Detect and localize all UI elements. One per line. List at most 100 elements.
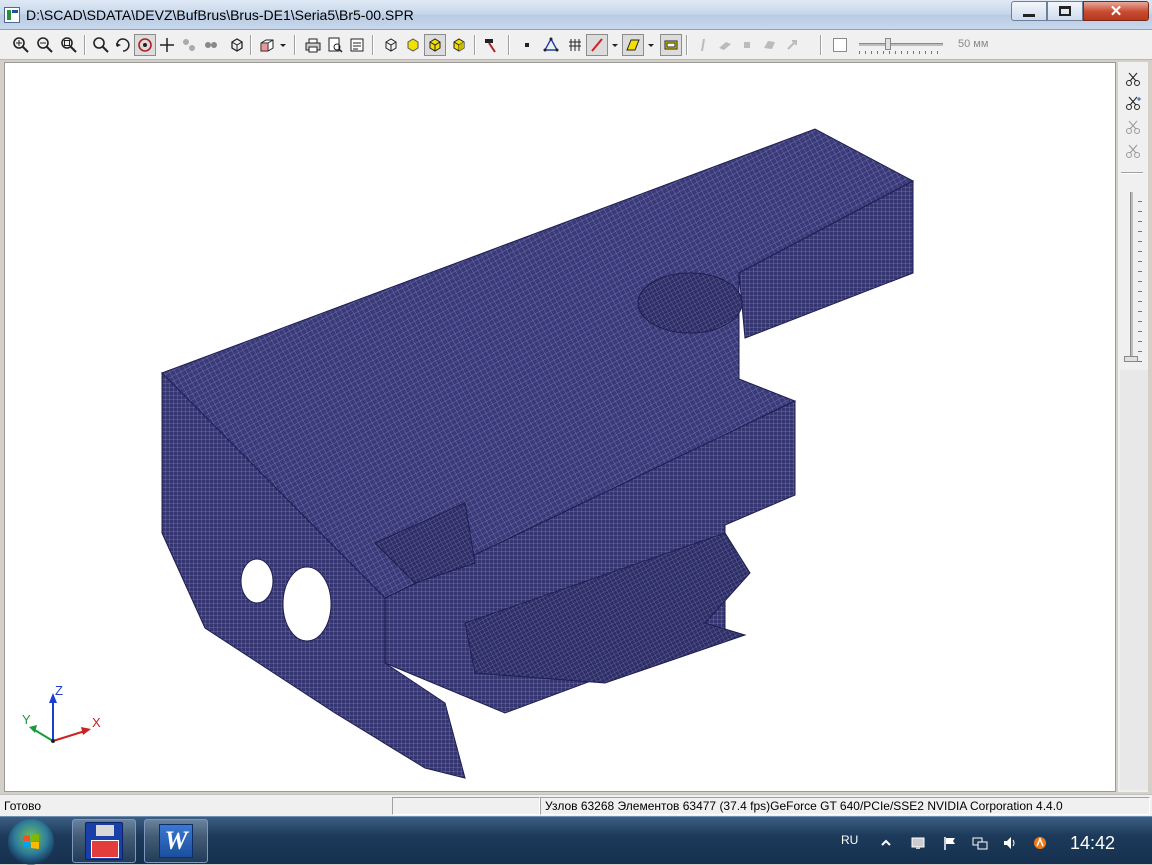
- clock[interactable]: 14:42: [1070, 833, 1115, 854]
- disabled-tool-3-button[interactable]: [736, 34, 758, 56]
- word-icon: W: [159, 824, 193, 858]
- element-triangle-button[interactable]: [540, 34, 562, 56]
- solid-cube-icon: [453, 38, 465, 52]
- rotate-icon: [116, 38, 130, 52]
- hammer-button[interactable]: [480, 34, 502, 56]
- main-toolbar: 50 мм: [0, 30, 1152, 60]
- fill-color-button[interactable]: [622, 34, 644, 56]
- status-panel: [392, 797, 540, 815]
- export-button[interactable]: [346, 34, 368, 56]
- vertical-slider-ticks: [1138, 192, 1142, 362]
- start-button[interactable]: [8, 819, 54, 865]
- tray-chevron[interactable]: [878, 835, 894, 851]
- cut-button[interactable]: [1122, 68, 1144, 90]
- zoom-out-icon: [37, 37, 53, 53]
- scissors-plus-icon: [1126, 96, 1141, 110]
- frame-button[interactable]: [660, 34, 682, 56]
- app-icon[interactable]: [4, 7, 20, 23]
- tray-volume[interactable]: [1002, 835, 1018, 851]
- zoom-window-icon: [93, 37, 109, 53]
- cube-button[interactable]: [226, 34, 248, 56]
- print-preview-button[interactable]: [324, 34, 346, 56]
- copy-icon: [205, 42, 217, 48]
- tray-action-center[interactable]: [942, 835, 958, 851]
- node-button[interactable]: [516, 34, 538, 56]
- disabled-tool-4-button[interactable]: [758, 34, 780, 56]
- square-icon: [744, 42, 750, 48]
- language-indicator[interactable]: RU: [841, 833, 858, 847]
- show-desktop-icon: [911, 837, 925, 849]
- pan-button[interactable]: [156, 34, 178, 56]
- move-button[interactable]: [178, 34, 200, 56]
- box-dropdown-button[interactable]: [256, 34, 290, 56]
- zoom-in-icon: [13, 37, 29, 53]
- disabled-tool-1-button[interactable]: [692, 34, 714, 56]
- avast-icon: [1034, 837, 1046, 849]
- vertical-slider[interactable]: [1124, 192, 1142, 362]
- box-dropdown-icon: [260, 39, 286, 52]
- taskbar-app-word[interactable]: W: [144, 819, 208, 863]
- zoom-out-button[interactable]: [34, 34, 56, 56]
- chevron-down-icon: [648, 44, 654, 47]
- tray-network[interactable]: [972, 835, 988, 851]
- mesh-hole-large: [282, 566, 332, 642]
- disabled-tool-5-button[interactable]: [782, 34, 804, 56]
- grid-icon: [569, 39, 581, 51]
- chevron-down-icon: [612, 44, 618, 47]
- toolbar-separator: [686, 35, 688, 55]
- orbit-button[interactable]: [134, 34, 156, 56]
- chevron-up-icon: [881, 839, 891, 846]
- arrow-icon: [787, 40, 797, 50]
- option-checkbox[interactable]: [833, 38, 847, 52]
- maximize-button[interactable]: [1047, 1, 1083, 21]
- zoom-in-button[interactable]: [10, 34, 32, 56]
- rotate-button[interactable]: [112, 34, 134, 56]
- toolbar-separator: [820, 35, 822, 55]
- wireframe-button[interactable]: [380, 34, 402, 56]
- status-ready: Готово: [4, 799, 42, 813]
- copy-button[interactable]: [200, 34, 222, 56]
- zoom-extents-button[interactable]: [58, 34, 80, 56]
- line-color-dropdown[interactable]: [608, 34, 622, 56]
- print-icon: [305, 38, 321, 53]
- axis-z-label: Z: [55, 683, 63, 698]
- size-slider[interactable]: [859, 38, 943, 54]
- solid-box-button[interactable]: [424, 34, 446, 56]
- taskbar: W RU 14:42: [0, 816, 1152, 865]
- taskbar-app-scad[interactable]: [72, 819, 136, 863]
- scissors-gear-icon: [1126, 120, 1140, 134]
- solid-cube-button[interactable]: [448, 34, 470, 56]
- shape-icon: [764, 41, 775, 49]
- solid-yellow-button[interactable]: [402, 34, 424, 56]
- network-icon: [972, 837, 988, 850]
- floppy-app-icon: [85, 822, 123, 860]
- wireframe-icon: [385, 38, 397, 52]
- restore-icon: [1059, 6, 1071, 16]
- slider-thumb[interactable]: [885, 38, 891, 50]
- fill-color-dropdown[interactable]: [644, 34, 658, 56]
- mesh-model[interactable]: Z X Y: [5, 63, 1116, 792]
- cut-cross-button[interactable]: [1122, 140, 1144, 162]
- grid-button[interactable]: [564, 34, 586, 56]
- axes-triad: [29, 693, 91, 743]
- cut-gear-button[interactable]: [1122, 116, 1144, 138]
- minimize-button[interactable]: [1011, 1, 1047, 21]
- zoom-window-button[interactable]: [90, 34, 112, 56]
- line-color-button[interactable]: [586, 34, 608, 56]
- mesh-hole-small: [240, 558, 274, 604]
- model-viewport[interactable]: Z X Y: [4, 62, 1116, 792]
- hammer-icon: [485, 39, 496, 53]
- slider-value-label: 50 мм: [958, 38, 989, 50]
- vertical-slider-thumb[interactable]: [1124, 356, 1138, 362]
- toolbar-separator: [474, 35, 476, 55]
- close-button[interactable]: ✕: [1083, 1, 1149, 21]
- print-button[interactable]: [302, 34, 324, 56]
- tray-avast[interactable]: [1032, 835, 1048, 851]
- disabled-tool-2-button[interactable]: [714, 34, 736, 56]
- print-preview-icon: [328, 37, 343, 53]
- right-panel-blank: [1120, 370, 1148, 790]
- tray-show-desktop[interactable]: [910, 835, 926, 851]
- right-toolbar-separator: [1121, 172, 1143, 174]
- cut-plus-button[interactable]: [1122, 92, 1144, 114]
- node-icon: [525, 43, 529, 47]
